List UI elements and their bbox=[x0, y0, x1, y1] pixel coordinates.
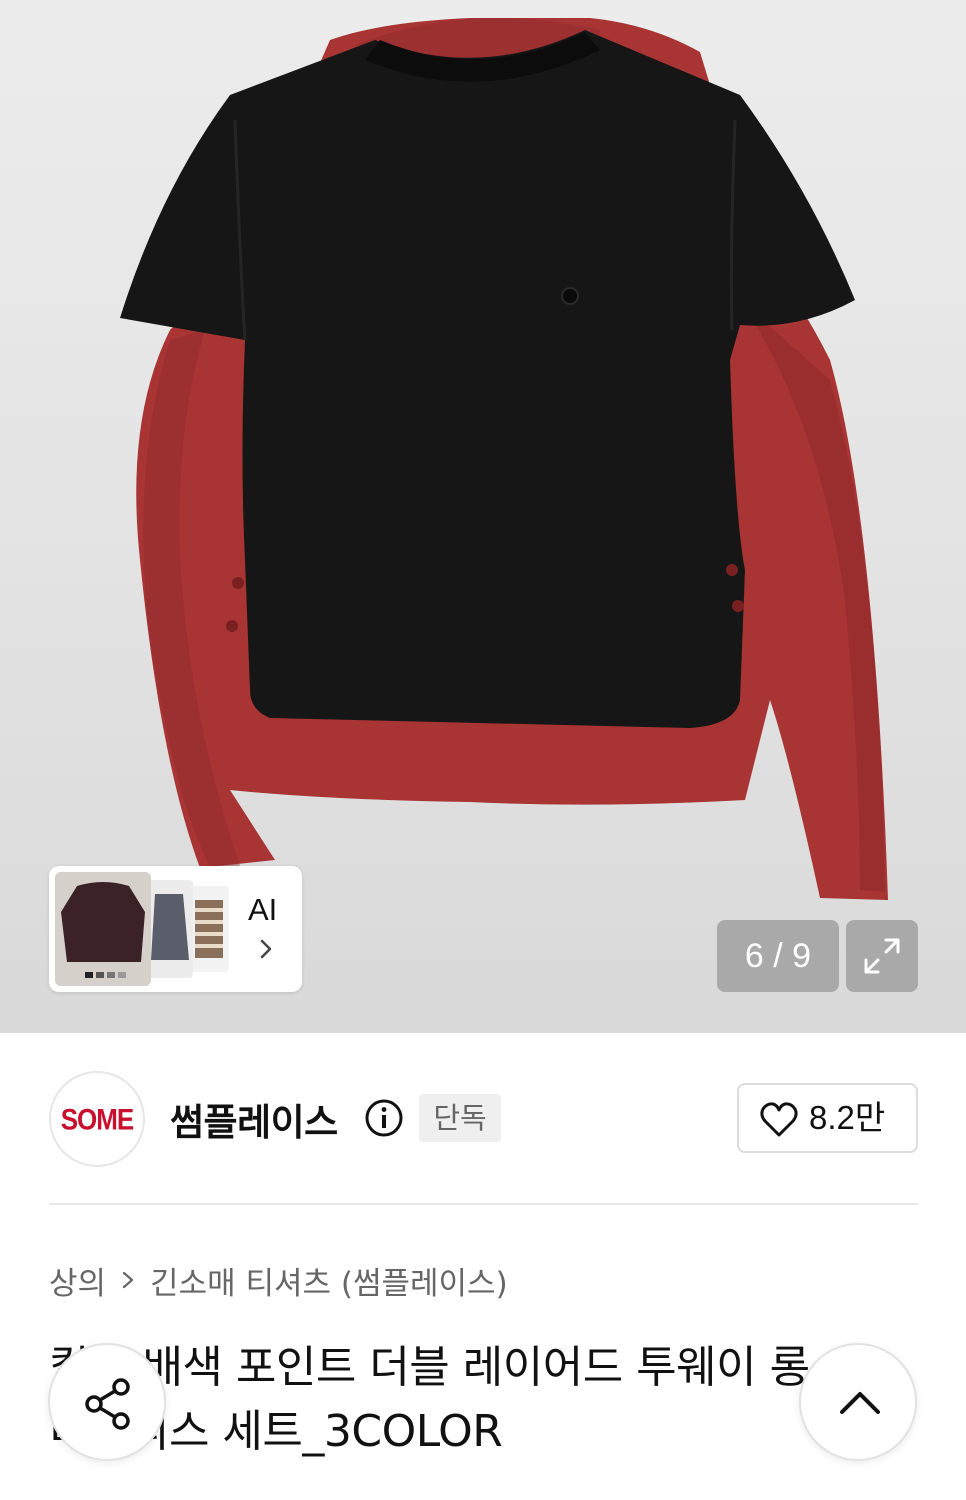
share-button[interactable] bbox=[48, 1343, 166, 1461]
like-count: 8.2만 bbox=[809, 1099, 886, 1136]
scroll-top-button[interactable] bbox=[799, 1343, 917, 1461]
product-image-gallery[interactable]: AI 6 / 9 bbox=[0, 0, 966, 1033]
product-title: 컬러 배색 포인트 더블 레이어드 투웨이 롱 슬리브리스 세트_3COLOR bbox=[49, 1342, 864, 1457]
ai-thumb-grey bbox=[145, 880, 193, 978]
info-icon[interactable] bbox=[364, 1098, 404, 1138]
exclusive-badge: 단독 bbox=[419, 1094, 501, 1142]
ai-thumb-main bbox=[55, 872, 151, 986]
ai-label: AI bbox=[248, 892, 278, 927]
expand-button[interactable] bbox=[846, 920, 918, 992]
chevron-right-icon bbox=[260, 939, 272, 959]
breadcrumb: 상의 긴소매 티셔츠 (썸플레이스) bbox=[49, 1256, 508, 1304]
chevron-up-icon bbox=[840, 1392, 880, 1414]
image-counter: 6 / 9 bbox=[717, 920, 839, 992]
like-button[interactable]: 8.2만 bbox=[737, 1083, 918, 1153]
store-logo-text: SOME bbox=[60, 1101, 135, 1136]
breadcrumb-subcategory[interactable]: 긴소매 티셔츠 (썸플레이스) bbox=[150, 1258, 508, 1303]
store-name[interactable]: 썸플레이스 bbox=[170, 1092, 338, 1146]
breadcrumb-category[interactable]: 상의 bbox=[49, 1258, 106, 1303]
store-logo[interactable]: SOME bbox=[49, 1071, 145, 1167]
divider bbox=[49, 1203, 918, 1205]
chevron-right-icon bbox=[122, 1271, 134, 1289]
heart-icon bbox=[760, 1102, 798, 1137]
expand-icon bbox=[864, 938, 900, 974]
ai-recommend-card[interactable]: AI bbox=[49, 866, 302, 992]
ai-thumb-striped bbox=[189, 886, 229, 972]
share-icon bbox=[85, 1378, 130, 1430]
